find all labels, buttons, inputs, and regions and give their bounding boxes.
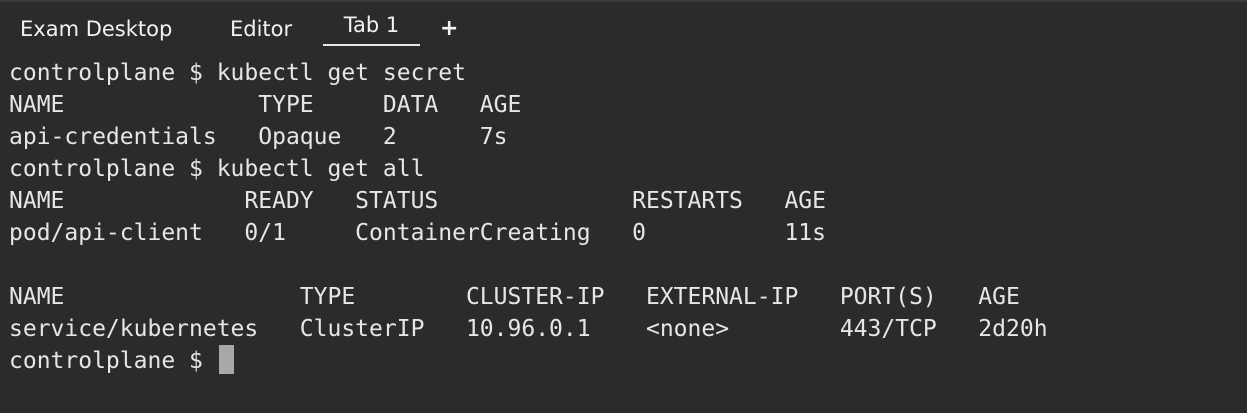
- add-tab-button[interactable]: +: [440, 14, 458, 44]
- terminal-line: service/kubernetes ClusterIP 10.96.0.1 <…: [9, 316, 1048, 342]
- terminal-line: NAME TYPE DATA AGE: [9, 92, 522, 118]
- terminal-line: controlplane $ kubectl get secret: [9, 60, 466, 86]
- terminal-prompt: controlplane $: [9, 348, 217, 374]
- terminal-output[interactable]: controlplane $ kubectl get secret NAME T…: [9, 57, 1247, 413]
- terminal-line: api-credentials Opaque 2 7s: [9, 124, 508, 150]
- active-tab-indicator: [323, 44, 420, 46]
- terminal-cursor: [218, 345, 234, 374]
- terminal-line: NAME READY STATUS RESTARTS AGE: [9, 188, 826, 214]
- terminal-window: Exam Desktop Editor Tab 1 + controlplane…: [0, 0, 1247, 413]
- tab-bar: Exam Desktop Editor Tab 1 +: [0, 2, 1247, 47]
- terminal-line: NAME TYPE CLUSTER-IP EXTERNAL-IP PORT(S)…: [9, 284, 1020, 310]
- terminal-line: controlplane $ kubectl get all: [9, 156, 425, 182]
- tab-exam-desktop[interactable]: Exam Desktop: [20, 14, 172, 44]
- tab-1[interactable]: Tab 1: [323, 10, 420, 40]
- terminal-prompt-line[interactable]: controlplane $: [9, 345, 1247, 377]
- terminal-line: pod/api-client 0/1 ContainerCreating 0 1…: [9, 220, 826, 246]
- tab-editor[interactable]: Editor: [230, 14, 292, 44]
